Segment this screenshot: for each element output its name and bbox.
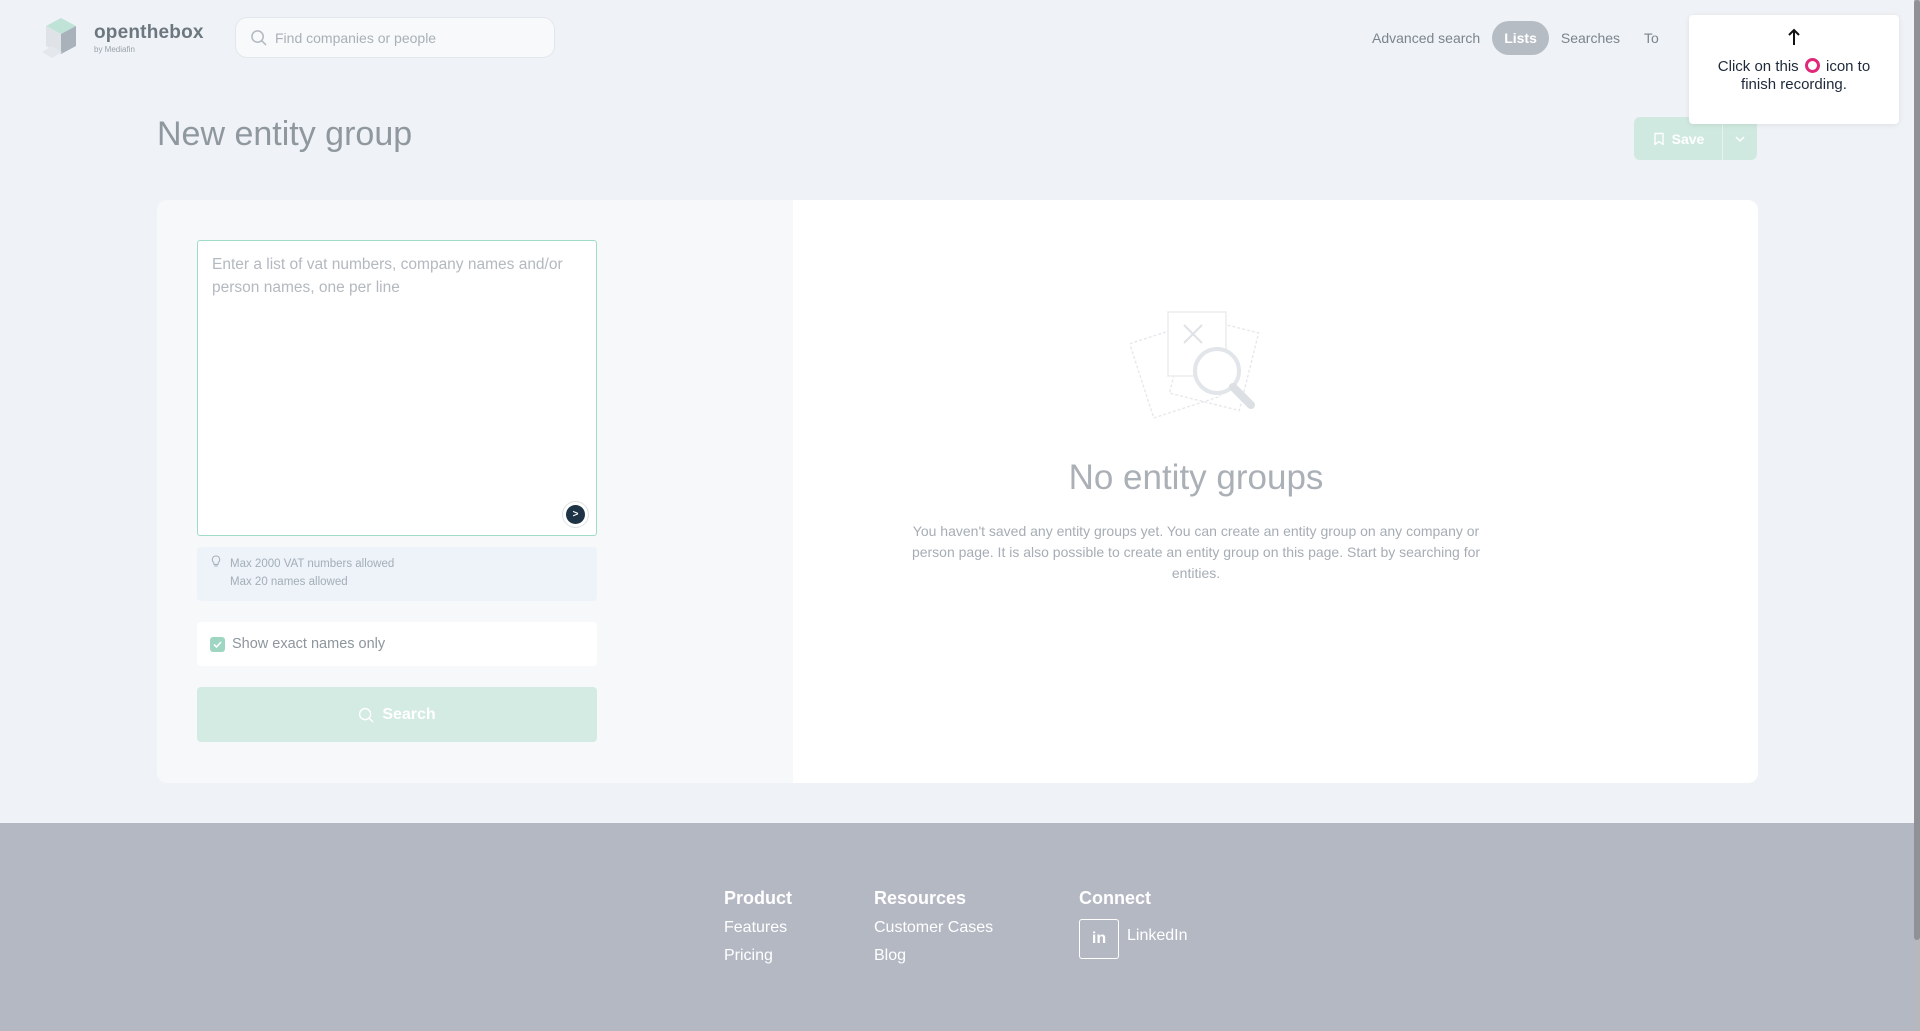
nav-advanced-search[interactable]: Advanced search — [1360, 21, 1492, 55]
top-header: openthebox by Mediafin Advanced search L… — [0, 0, 1920, 76]
footer-link-features[interactable]: Features — [724, 919, 792, 937]
linkedin-icon[interactable]: in — [1079, 919, 1119, 959]
entity-list-textarea[interactable] — [198, 241, 596, 535]
record-icon — [1804, 58, 1820, 73]
footer-resources-column: Resources Customer Cases Blog — [874, 888, 993, 965]
logo[interactable]: openthebox by Mediafin — [40, 16, 204, 58]
search-button-label: Search — [382, 705, 436, 723]
footer-product-column: Product Features Pricing — [724, 888, 792, 965]
page-title: New entity group — [157, 115, 413, 153]
tooltip-text-before: Click on this — [1717, 58, 1799, 75]
lightbulb-icon — [211, 555, 221, 567]
tooltip-text: Click on this icon to finish recording. — [1699, 58, 1889, 94]
openthebox-cube-logo-icon — [42, 18, 76, 58]
extension-icon: > — [566, 505, 585, 524]
footer-connect-heading: Connect — [1079, 888, 1151, 908]
nav-tools[interactable]: To — [1632, 21, 1671, 55]
footer-linkedin-link[interactable]: in LinkedIn — [1079, 919, 1188, 959]
checkmark-icon — [213, 640, 222, 648]
logo-subtitle: by Mediafin — [94, 45, 135, 54]
exact-names-label: Show exact names only — [232, 636, 386, 652]
magnifier-empty-icon — [1130, 311, 1260, 419]
global-search-input[interactable] — [275, 29, 545, 46]
logo-name: openthebox — [94, 22, 204, 43]
chevron-down-icon — [1735, 135, 1745, 142]
nav-searches[interactable]: Searches — [1549, 21, 1632, 55]
nav-lists[interactable]: Lists — [1492, 21, 1549, 55]
search-icon — [359, 707, 374, 722]
footer-link-blog[interactable]: Blog — [874, 947, 993, 965]
footer-connect-column: Connect in LinkedIn — [1079, 888, 1188, 959]
empty-state-title: No entity groups — [1068, 458, 1324, 497]
footer-link-customer-cases[interactable]: Customer Cases — [874, 919, 993, 937]
footer-link-pricing[interactable]: Pricing — [724, 947, 792, 965]
names-limit-text: Max 20 names allowed — [230, 576, 348, 588]
footer-product-heading: Product — [724, 888, 793, 908]
global-search[interactable] — [235, 17, 555, 58]
scrollbar-thumb[interactable] — [1914, 0, 1920, 940]
site-footer: Product Features Pricing Resources Custo… — [0, 823, 1920, 1031]
exact-names-checkbox[interactable] — [210, 636, 225, 652]
empty-state-description: You haven't saved any entity groups yet.… — [911, 523, 1481, 581]
save-button-label: Save — [1671, 130, 1705, 147]
search-icon — [251, 30, 267, 46]
footer-resources-heading: Resources — [874, 888, 967, 908]
search-button[interactable]: Search — [197, 687, 597, 742]
limits-info-box: Max 2000 VAT numbers allowed Max 20 name… — [197, 547, 597, 601]
extension-badge[interactable]: > — [562, 501, 589, 528]
linkedin-label[interactable]: LinkedIn — [1127, 927, 1188, 945]
exact-names-option[interactable]: Show exact names only — [197, 622, 597, 666]
bookmark-icon — [1653, 132, 1664, 145]
entity-list-field[interactable]: > — [197, 240, 597, 536]
page-scrollbar[interactable] — [1914, 0, 1920, 1031]
vat-limit-text: Max 2000 VAT numbers allowed — [230, 558, 395, 570]
main-nav: Advanced search Lists Searches To — [1360, 21, 1671, 55]
recording-tooltip: Click on this icon to finish recording. — [1689, 15, 1899, 124]
arrow-up-icon — [1788, 28, 1800, 45]
